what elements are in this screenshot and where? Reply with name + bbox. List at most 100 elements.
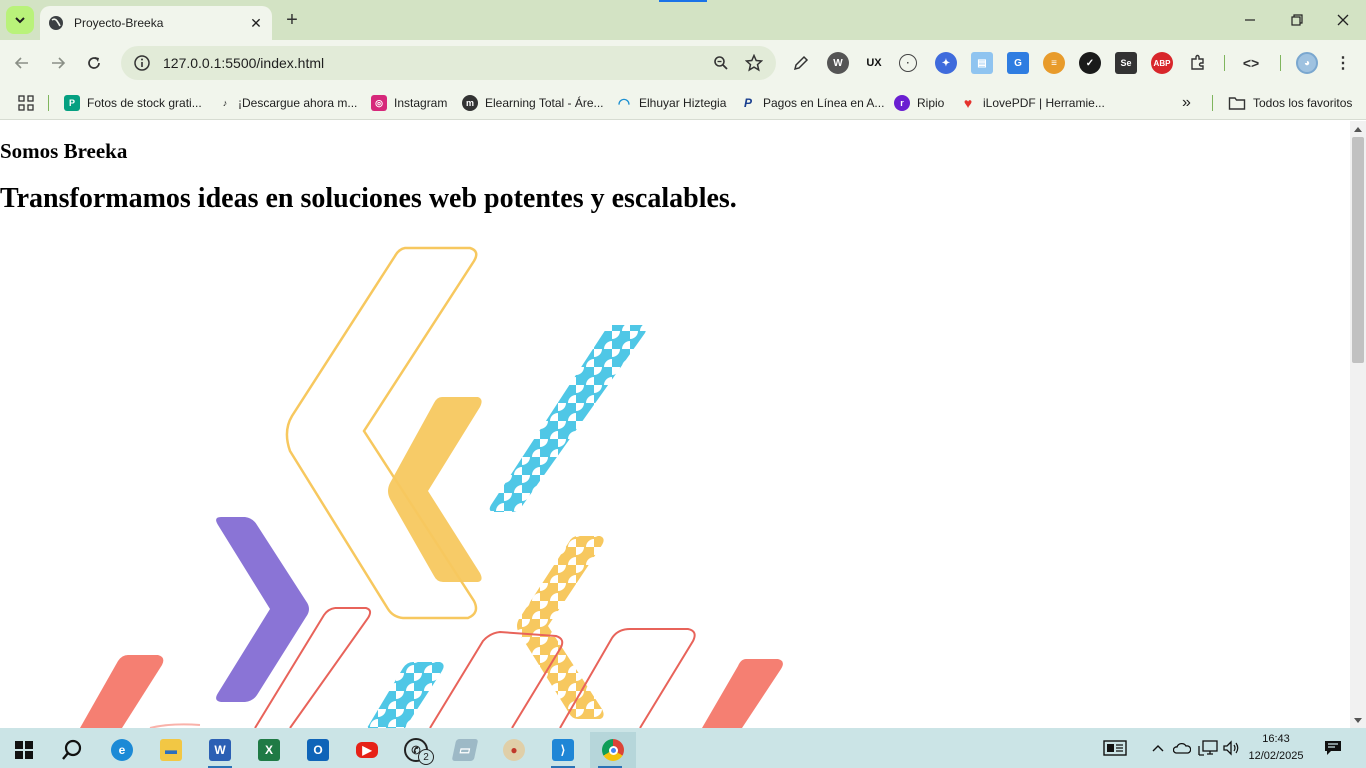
tab-search-button[interactable] xyxy=(6,6,34,34)
notifications-icon[interactable] xyxy=(1320,728,1346,768)
browser-toolbar: 127.0.0.1:5500/index.html W UX · ✦ ▤ G ≡… xyxy=(0,40,1366,86)
start-button[interactable] xyxy=(4,732,44,768)
palette-icon: ● xyxy=(503,739,525,761)
extensions-puzzle-icon[interactable] xyxy=(1187,52,1209,74)
yellow-pattern-chevron-shape xyxy=(517,536,604,719)
bookmark-label: ¡Descargue ahora m... xyxy=(238,96,358,110)
bookmark-item[interactable]: m Elearning Total - Áre... xyxy=(462,93,604,113)
wordpress-extension-icon[interactable]: W xyxy=(827,52,849,74)
elhuyar-icon: ◠ xyxy=(617,94,631,111)
vscode-app[interactable]: ⟩ xyxy=(543,732,583,768)
bookmark-item[interactable]: r Ripio xyxy=(894,93,944,113)
bookmark-label: Pagos en Línea en A... xyxy=(763,96,885,110)
youtube-app[interactable]: ▶ xyxy=(347,732,387,768)
close-tab-icon[interactable]: ✕ xyxy=(248,15,264,31)
bookmark-item[interactable]: P Pagos en Línea en A... xyxy=(740,93,884,113)
file-explorer-app[interactable]: ▬ xyxy=(151,732,191,768)
back-arrow-icon[interactable] xyxy=(10,51,34,75)
paint-app[interactable]: ● xyxy=(494,732,534,768)
word-app[interactable]: W xyxy=(200,732,240,768)
code-circle-extension-icon[interactable]: · xyxy=(899,54,917,72)
bookmark-item[interactable]: ♪ ¡Descargue ahora m... xyxy=(219,93,358,113)
blue-pattern-small-bar-shape xyxy=(367,662,444,728)
clock-date: 12/02/2025 xyxy=(1248,750,1304,762)
burger-extension-icon[interactable]: ≡ xyxy=(1043,52,1065,74)
close-window-icon[interactable] xyxy=(1331,8,1355,32)
globe-icon xyxy=(49,16,63,30)
red-outline-bar-shape xyxy=(289,607,372,728)
vscode-icon: ⟩ xyxy=(552,739,574,761)
profile-avatar[interactable]: ◕ xyxy=(1296,52,1318,74)
zoom-icon[interactable] xyxy=(711,53,731,73)
gemini-extension-icon[interactable]: ✦ xyxy=(935,52,957,74)
devtools-code-icon[interactable]: <> xyxy=(1240,52,1262,74)
url-text[interactable]: 127.0.0.1:5500/index.html xyxy=(163,55,698,71)
translate-extension-icon[interactable]: G xyxy=(1007,52,1029,74)
bookmark-item[interactable]: ◎ Instagram xyxy=(371,93,447,113)
bookmarks-separator xyxy=(48,95,49,111)
clipboard-extension-icon[interactable]: ▤ xyxy=(971,52,993,74)
restore-icon[interactable] xyxy=(1285,8,1309,32)
check-extension-icon[interactable]: ✓ xyxy=(1079,52,1101,74)
whatsapp-app[interactable]: ✆ 2 xyxy=(396,732,436,768)
edge-icon: e xyxy=(111,739,133,761)
pen-extension-icon[interactable] xyxy=(790,52,812,74)
more-menu-icon[interactable]: ⋮ xyxy=(1332,52,1354,74)
youtube-icon: ▶ xyxy=(356,742,378,758)
excel-icon: X xyxy=(258,739,280,761)
folder-icon: ▬ xyxy=(160,739,182,761)
windows-taskbar: e ▬ W X O ▶ ✆ 2 ▭ ● ⟩ 16:43 12/02/2025 xyxy=(0,728,1366,768)
scroll-up-arrow-icon[interactable] xyxy=(1354,127,1362,132)
bookmarks-separator xyxy=(1212,95,1213,111)
bookmarks-bar: P Fotos de stock grati... ♪ ¡Descargue aho… xyxy=(0,86,1366,120)
adblock-plus-icon[interactable]: ABP xyxy=(1151,52,1173,74)
red-solid-bar-left-shape xyxy=(80,655,164,728)
reload-icon[interactable] xyxy=(82,51,106,75)
excel-app[interactable]: X xyxy=(249,732,289,768)
page-headline: Transformamos ideas en soluciones web po… xyxy=(0,183,737,214)
address-bar[interactable]: 127.0.0.1:5500/index.html xyxy=(121,46,776,80)
site-info-icon[interactable] xyxy=(133,54,151,72)
notes-app[interactable]: ▭ xyxy=(445,732,485,768)
hero-illustration xyxy=(80,246,783,728)
word-icon: W xyxy=(209,739,231,761)
selenium-extension-icon[interactable]: Se xyxy=(1115,52,1137,74)
bookmark-label: Instagram xyxy=(394,96,448,110)
scrollbar-thumb[interactable] xyxy=(1352,137,1364,363)
news-widget-icon[interactable] xyxy=(1100,728,1130,768)
onedrive-cloud-icon[interactable] xyxy=(1172,728,1192,768)
apps-grid-icon[interactable] xyxy=(18,93,34,113)
minimize-icon[interactable] xyxy=(1238,8,1262,32)
bookmark-item[interactable]: ◠ Elhuyar Hiztegia xyxy=(616,93,726,113)
scroll-down-arrow-icon[interactable] xyxy=(1354,718,1362,723)
tiktok-icon: ♪ xyxy=(222,98,228,108)
forward-arrow-icon[interactable] xyxy=(46,51,70,75)
chrome-icon xyxy=(602,739,624,761)
bookmark-star-icon[interactable] xyxy=(744,53,764,73)
notification-badge: 2 xyxy=(418,749,434,765)
all-bookmarks-folder[interactable]: Todos los favoritos xyxy=(1228,93,1352,113)
system-clock[interactable]: 16:43 12/02/2025 xyxy=(1244,731,1308,765)
paypal-icon: P xyxy=(743,96,752,110)
edge-app[interactable]: e xyxy=(102,732,142,768)
new-tab-button[interactable]: + xyxy=(280,8,304,32)
bookmark-item[interactable]: P Fotos de stock grati... xyxy=(64,93,202,113)
page-subtitle: Somos Breeka xyxy=(0,139,128,163)
chrome-app[interactable] xyxy=(590,732,636,768)
bookmark-item[interactable]: ♥ iLovePDF | Herramie... xyxy=(960,93,1105,113)
toolbar-separator xyxy=(1280,55,1281,71)
volume-icon[interactable] xyxy=(1221,728,1241,768)
all-bookmarks-label: Todos los favoritos xyxy=(1253,96,1353,110)
page-scrollbar[interactable] xyxy=(1350,121,1366,728)
ux-check-extension-icon[interactable]: UX xyxy=(863,52,885,74)
outlook-app[interactable]: O xyxy=(298,732,338,768)
chevron-up-icon[interactable] xyxy=(1150,728,1166,768)
network-icon[interactable] xyxy=(1197,728,1219,768)
search-button[interactable] xyxy=(52,732,92,768)
yellow-solid-chevron-shape xyxy=(388,397,482,582)
active-tab[interactable]: Proyecto-Breeka ✕ xyxy=(40,6,272,40)
folder-icon xyxy=(1228,97,1246,110)
bookmark-label: Elearning Total - Áre... xyxy=(485,96,604,110)
browser-tab-bar: Proyecto-Breeka ✕ + xyxy=(0,0,1366,40)
more-bookmarks-icon[interactable]: » xyxy=(1182,93,1191,113)
